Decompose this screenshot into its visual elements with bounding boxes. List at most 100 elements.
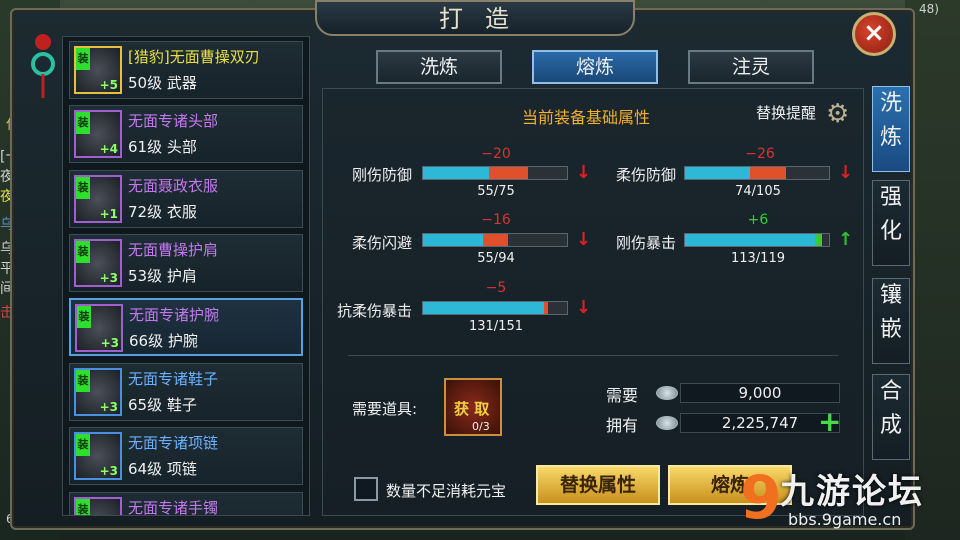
- equipped-badge: 装: [76, 434, 90, 456]
- enhance-level: +3: [100, 336, 119, 350]
- material-acquire-label: 获 取: [454, 400, 490, 418]
- stat-bar: [422, 301, 568, 315]
- window-title: 打造: [315, 0, 635, 36]
- tab-refine[interactable]: 洗炼: [376, 50, 502, 84]
- add-currency-button[interactable]: +: [818, 408, 841, 436]
- list-item[interactable]: 装 +3 无面专诸项链 64级 项链: [69, 427, 303, 485]
- tab-smelt[interactable]: 熔炼: [532, 50, 658, 84]
- watermark-url: bbs.9game.cn: [788, 510, 902, 529]
- equipped-badge: 装: [76, 48, 90, 70]
- side-tab-inlay[interactable]: 镶 嵌: [872, 278, 910, 364]
- watermark-logo: 9 九游论坛 bbs.9game.cn: [740, 462, 950, 536]
- list-item[interactable]: 装 +1 无面聂政衣服 72级 衣服: [69, 170, 303, 228]
- stat-delta: −26: [745, 146, 775, 162]
- down-arrow-icon: ↓: [576, 297, 592, 318]
- item-level: 66级 护腕: [129, 332, 198, 350]
- equipment-thumbnail: 装 +3: [74, 432, 122, 480]
- equipped-badge: 装: [76, 112, 90, 134]
- section-title: 当前装备基础属性: [522, 108, 651, 127]
- stat-delta: −16: [481, 212, 511, 228]
- stat-label: 柔伤防御: [615, 166, 676, 184]
- list-item[interactable]: 装 +3 无面专诸鞋子 65级 鞋子: [69, 363, 303, 421]
- equipped-badge: 装: [77, 306, 91, 328]
- stat-bar: [684, 233, 830, 247]
- enhance-level: +3: [99, 464, 118, 478]
- enhance-level: +1: [99, 207, 118, 221]
- cost-need-value: 9,000: [680, 383, 840, 403]
- tassel-ornament-icon: [31, 34, 55, 98]
- stat-bar-base: [423, 167, 490, 179]
- item-level: 50级 武器: [128, 74, 197, 92]
- item-level: 65级 鞋子: [128, 396, 197, 414]
- side-tab-refine[interactable]: 洗 炼: [872, 86, 910, 172]
- item-name: 无面聂政衣服: [128, 177, 219, 195]
- list-item[interactable]: 装 +5 [猎豹]无面曹操双刃 50级 武器: [69, 41, 303, 99]
- silver-coin-icon: [656, 386, 678, 400]
- side-tab-combine[interactable]: 合 成: [872, 374, 910, 460]
- item-level: 64级 项链: [128, 460, 197, 478]
- up-arrow-icon: ↑: [838, 229, 854, 250]
- list-item-selected[interactable]: 装 +3 无面专诸护腕 66级 护腕: [69, 298, 303, 356]
- stat-value: 131/151: [468, 319, 523, 334]
- stat-bar-change: [483, 234, 508, 246]
- item-name: 无面专诸手镯: [128, 499, 219, 516]
- item-name: 无面专诸头部: [128, 112, 219, 130]
- enhance-level: +3: [99, 271, 118, 285]
- stat-label: 抗柔伤暴击: [336, 302, 412, 320]
- enhance-level: +5: [99, 78, 118, 92]
- stat-delta: +6: [747, 212, 769, 228]
- item-name: 无面专诸护腕: [129, 306, 220, 324]
- close-button[interactable]: ×: [852, 12, 896, 56]
- stat-value: 113/119: [730, 251, 785, 266]
- stat-bar-change: [489, 167, 529, 179]
- stat-bar-base: [423, 302, 544, 314]
- required-item-label: 需要道具:: [352, 400, 418, 418]
- tab-infuse[interactable]: 注灵: [688, 50, 814, 84]
- equipped-badge: 装: [76, 177, 90, 199]
- stat-bar: [422, 233, 568, 247]
- cost-have-value: 2,225,747: [680, 413, 840, 433]
- close-icon: ×: [863, 18, 885, 48]
- equipment-list[interactable]: 装 +5 [猎豹]无面曹操双刃 50级 武器 装 +4 无面专诸头部 61级 头…: [62, 36, 310, 516]
- stat-bar-change: [814, 234, 822, 246]
- use-ingot-label: 数量不足消耗元宝: [386, 482, 507, 500]
- silver-coin-icon: [656, 416, 678, 430]
- list-item[interactable]: 装 +3 无面曹操护肩 53级 护肩: [69, 234, 303, 292]
- nine-game-logo-icon: 9: [740, 463, 782, 533]
- equipped-badge: 装: [76, 499, 90, 515]
- equipped-badge: 装: [76, 370, 90, 392]
- stat-label: 刚伤防御: [351, 166, 412, 184]
- swap-attributes-button[interactable]: 替换属性: [536, 465, 660, 505]
- cost-have-label: 拥有: [606, 416, 639, 435]
- stat-bar-change: [749, 167, 786, 179]
- item-name: [猎豹]无面曹操双刃: [128, 48, 260, 66]
- stat-bar-base: [423, 234, 484, 246]
- equipment-thumbnail: 装: [74, 497, 122, 515]
- stat-label: 刚伤暴击: [615, 234, 676, 252]
- material-slot[interactable]: 获 取 0/3: [444, 378, 502, 436]
- item-name: 无面曹操护肩: [128, 241, 219, 259]
- side-tab-enhance[interactable]: 强 化: [872, 180, 910, 266]
- equipment-thumbnail: 装 +3: [74, 368, 122, 416]
- gear-icon[interactable]: ⚙: [826, 100, 854, 128]
- material-count: 0/3: [472, 420, 490, 433]
- equipment-thumbnail: 装 +4: [74, 110, 122, 158]
- equipment-thumbnail: 装 +1: [74, 175, 122, 223]
- down-arrow-icon: ↓: [838, 162, 854, 183]
- use-ingot-checkbox[interactable]: [354, 477, 378, 501]
- divider: [348, 355, 838, 356]
- stat-delta: −5: [485, 280, 507, 296]
- stat-delta: −20: [481, 146, 511, 162]
- equipment-thumbnail: 装 +3: [75, 304, 123, 352]
- list-item[interactable]: 装 +4 无面专诸头部 61级 头部: [69, 105, 303, 163]
- equipment-thumbnail: 装 +3: [74, 239, 122, 287]
- item-level: 53级 护肩: [128, 267, 197, 285]
- enhance-level: +3: [99, 400, 118, 414]
- list-item[interactable]: 装 无面专诸手镯: [69, 492, 303, 516]
- item-level: 61级 头部: [128, 138, 197, 156]
- stat-value: 74/105: [735, 184, 781, 199]
- stat-value: 55/75: [477, 184, 515, 199]
- stat-bar-base: [685, 234, 815, 246]
- item-name: 无面专诸项链: [128, 434, 219, 452]
- stat-bar: [684, 166, 830, 180]
